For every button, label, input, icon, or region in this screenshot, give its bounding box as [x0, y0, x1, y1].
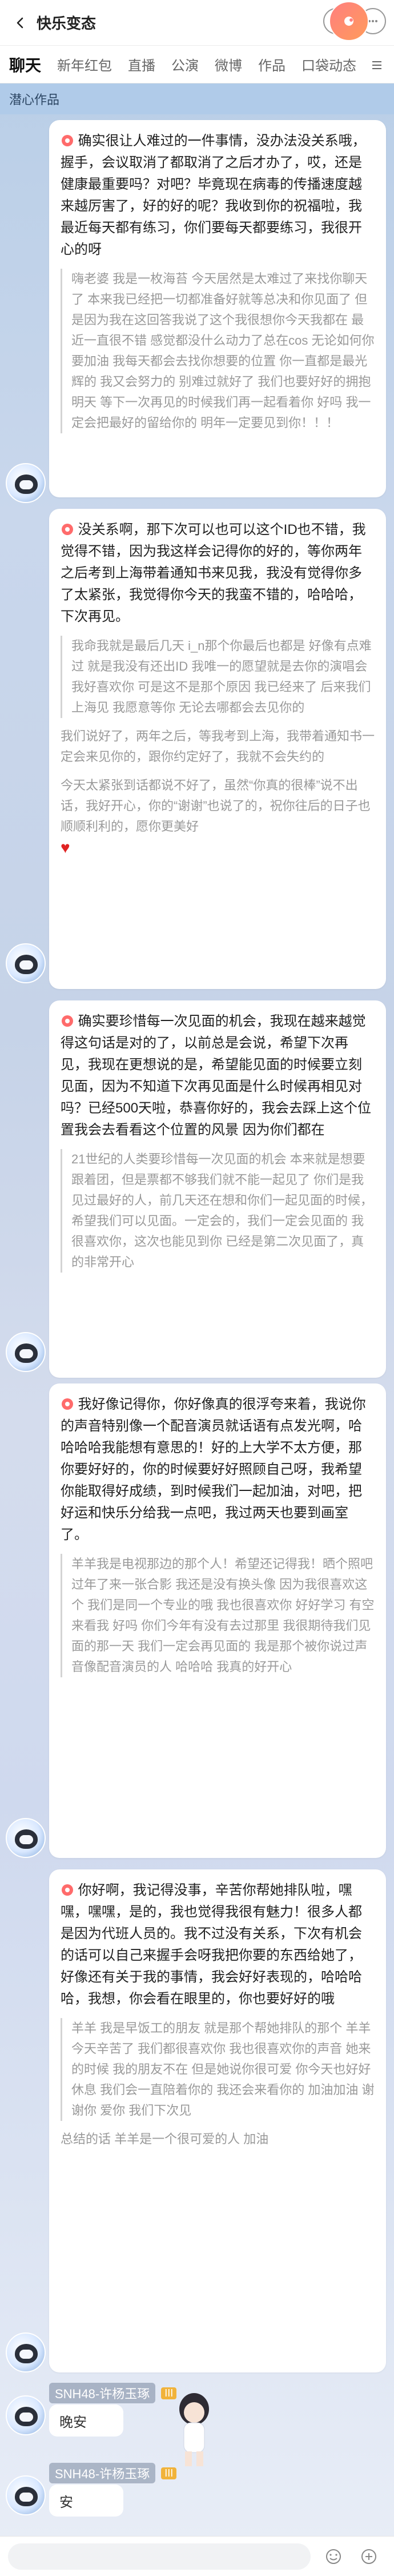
- tab-weibo[interactable]: 微博: [215, 54, 242, 74]
- post-text: 没关系啊，那下次可以也可以这个ID也不错，我觉得不错，因为我这样会记得你的好的，…: [61, 522, 366, 624]
- user-row: SNH48-许杨玉琢 III: [49, 2383, 177, 2403]
- tab-chat[interactable]: 聊天: [9, 53, 41, 76]
- chat-icon: [61, 521, 74, 535]
- post-bubble: 我好像记得你，你好像真的很浮夸来着，我说你的声音特别像一个配音演员就话语有点发光…: [49, 1383, 386, 1858]
- message-text: 晚安: [59, 2414, 87, 2430]
- top-bar: 快乐变态: [0, 0, 394, 46]
- user-name[interactable]: SNH48-许杨玉琢: [49, 2463, 156, 2483]
- emoji-icon[interactable]: [321, 2544, 346, 2569]
- post-bubble: 没关系啊，那下次可以也可以这个ID也不错，我觉得不错，因为我这样会记得你的好的，…: [49, 509, 386, 989]
- top-actions: [323, 1, 386, 41]
- post-bubble: 确实很让人难过的一件事情，没办法没关系哦，握手，会议取消了都取消了之后才办了，哎…: [49, 120, 386, 497]
- quote-text: 总结的话 羊羊是一个很可爱的人 加油: [61, 2132, 269, 2146]
- quote-text: 羊羊我是电视那边的那个人！希望还记得我！晒个照吧 过年了来一张合影 我还是没有换…: [61, 1554, 375, 1677]
- chat-icon: [61, 1882, 74, 1896]
- page-title: 快乐变态: [37, 15, 97, 32]
- post-text: 确实要珍惜每一次见面的机会，我现在越来越觉得这句话是对的了，以前总是会说，希望下…: [61, 1014, 372, 1138]
- avatar: [6, 943, 46, 983]
- tab-red-packet[interactable]: 新年红包: [57, 54, 112, 74]
- avatar: [6, 1332, 46, 1372]
- chat-icon: [61, 1396, 74, 1410]
- heart-icon: ♥: [61, 839, 70, 856]
- post-text: 我好像记得你，你好像真的很浮夸来着，我说你的声音特别像一个配音演员就话语有点发光…: [61, 1397, 366, 1542]
- avatar: [6, 2332, 46, 2372]
- quote-text: 我命我就是最后几天 i_n那个你最后也都是 好像有点难过 就是我没有还出ID 我…: [61, 636, 375, 718]
- add-icon[interactable]: [356, 2544, 381, 2569]
- tab-performance[interactable]: 公演: [171, 54, 199, 74]
- chat-icon: [61, 1013, 74, 1027]
- post-bubble: 你好啊，我记得没事，辛苦你帮她排队啦，嘿嘿，嘿嘿，是的，我也觉得我很有魅力！很多…: [49, 1869, 386, 2372]
- user-name[interactable]: SNH48-许杨玉琢: [49, 2383, 156, 2403]
- back-button[interactable]: [9, 11, 32, 34]
- quote-text: 今天太紧张到话都说不好了，虽然“你真的很棒”说不出话，我好开心，你的“谢谢”也说…: [61, 778, 371, 834]
- chat-icon: [61, 133, 74, 146]
- message-bubble: 安: [49, 2485, 123, 2517]
- post-text: 你好啊，我记得没事，辛苦你帮她排队啦，嘿嘿，嘿嘿，是的，我也觉得我很有魅力！很多…: [61, 1883, 362, 2007]
- menu-icon[interactable]: [367, 55, 387, 75]
- quote-text: 羊羊 我是早饭工的朋友 就是那个帮她排队的那个 羊羊今天辛苦了 我们都很喜欢你 …: [61, 2018, 375, 2121]
- quote-text: 嗨老婆 我是一枚海苔 今天居然是太难过了来找你聊天了 本来我已经把一切都准备好就…: [61, 269, 375, 433]
- sticker-image: [171, 2390, 217, 2470]
- section-header: 潜心作品: [0, 83, 394, 114]
- tab-bar: 聊天 新年红包 直播 公演 微博 作品 口袋动态: [0, 46, 394, 83]
- message-text: 安: [59, 2494, 73, 2510]
- avatar: [6, 1818, 46, 1858]
- user-row: SNH48-许杨玉琢 III: [49, 2463, 177, 2483]
- quote-text: 我们说好了，两年之后，等我考到上海，我带着通知书一定会来见你的，跟你约定好了，我…: [61, 729, 375, 764]
- tab-live[interactable]: 直播: [128, 54, 155, 74]
- tab-works[interactable]: 作品: [258, 54, 286, 74]
- bottom-bar: [0, 2536, 394, 2576]
- message-input[interactable]: [8, 2543, 311, 2570]
- avatar: [6, 463, 46, 503]
- avatar: [6, 2475, 46, 2515]
- tab-pocket-feed[interactable]: 口袋动态: [301, 54, 356, 74]
- post-text: 确实很让人难过的一件事情，没办法没关系哦，握手，会议取消了都取消了之后才办了，哎…: [61, 133, 366, 257]
- message-bubble: 晚安: [49, 2404, 123, 2437]
- quote-text: 21世纪的人类要珍惜每一次见面的机会 本来就是想要跟着团，但是票都不够我们就不能…: [61, 1149, 375, 1273]
- post-bubble: 确实要珍惜每一次见面的机会，我现在越来越觉得这句话是对的了，以前总是会说，希望下…: [49, 1000, 386, 1378]
- avatar-button[interactable]: [329, 1, 369, 41]
- avatar: [6, 2395, 46, 2435]
